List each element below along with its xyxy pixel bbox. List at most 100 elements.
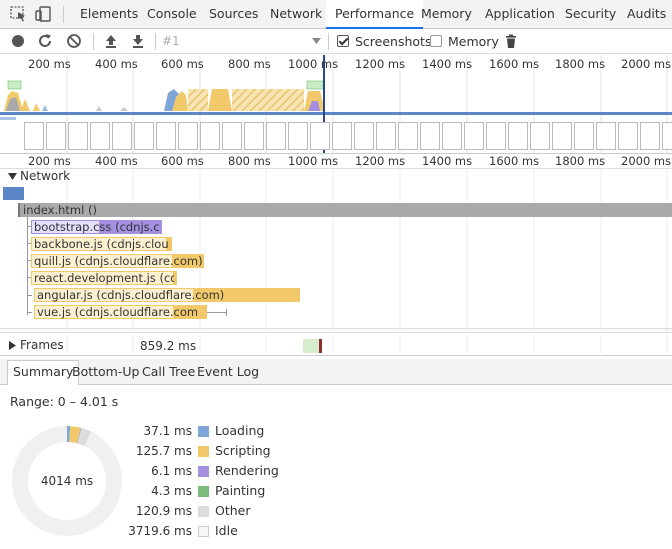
ruler-tick: 1000 ms [288, 154, 339, 168]
tab-summary[interactable]: Summary [7, 360, 80, 385]
tree-connector [27, 312, 32, 313]
screenshot-thumbnail[interactable] [574, 122, 594, 150]
recording-select[interactable]: #1 [160, 32, 325, 51]
tab-security[interactable]: Security [565, 0, 616, 28]
load-profile-icon[interactable] [103, 33, 119, 49]
request-host: (cdnjs.cloudflare.com) [74, 254, 202, 268]
summary-total: 4014 ms [40, 474, 94, 488]
screenshot-thumbnail[interactable] [530, 122, 550, 150]
tab-network[interactable]: Network [270, 0, 322, 28]
document-request-bar[interactable] [3, 187, 24, 200]
tree-connector [27, 295, 32, 296]
clear-icon[interactable] [66, 33, 82, 49]
screenshot-thumbnail[interactable] [354, 122, 374, 150]
screenshot-thumbnail[interactable] [46, 122, 66, 150]
collapse-arrow-icon[interactable] [8, 173, 17, 181]
screenshot-thumbnail[interactable] [266, 122, 286, 150]
screenshot-thumbnail[interactable] [508, 122, 528, 150]
screenshot-thumbnail[interactable] [200, 122, 220, 150]
legend-swatch [198, 466, 209, 477]
ruler-tick: 800 ms [228, 57, 271, 71]
legend-value: 6.1 ms [151, 464, 192, 478]
screenshot-thumbnail[interactable] [618, 122, 638, 150]
legend-swatch [198, 506, 209, 517]
reload-record-icon[interactable] [37, 33, 53, 49]
screenshot-thumbnail[interactable] [420, 122, 440, 150]
tab-call-tree[interactable]: Call Tree [142, 362, 195, 384]
request-host: (cdnjs.cloudfl… [106, 237, 168, 251]
frames-grid [66, 335, 668, 356]
screenshot-thumbnail[interactable] [310, 122, 330, 150]
ruler-tick: 400 ms [95, 57, 138, 71]
ruler-tick: 200 ms [28, 57, 71, 71]
frames-label[interactable]: Frames [20, 338, 64, 352]
memory-checkbox[interactable] [430, 35, 442, 47]
legend-label: Painting [215, 483, 266, 498]
ruler-tick: 1000 ms [288, 57, 339, 71]
ruler-tick: 600 ms [161, 57, 204, 71]
screenshot-thumbnail[interactable] [442, 122, 462, 150]
request-host: (cdnjs.cloudflare.com) [74, 305, 197, 319]
network-track: Network index.html () bootstrap.css (cdn… [0, 169, 672, 329]
device-toolbar-icon[interactable] [35, 6, 53, 22]
summary-legend: 37.1 ms Loading 125.7 ms Scripting 6.1 ms Ren… [120, 423, 320, 542]
pane-splitter[interactable]: ⋮⋮ [0, 328, 672, 334]
screenshot-thumbnail[interactable] [68, 122, 88, 150]
request-whisker [207, 312, 226, 313]
recording-select-value: #1 [162, 34, 180, 48]
screenshots-checkbox[interactable] [337, 35, 349, 47]
tab-memory[interactable]: Memory [421, 0, 472, 28]
request-bar-index[interactable]: index.html () [18, 203, 672, 217]
tab-sources[interactable]: Sources [209, 0, 258, 28]
inspect-element-icon[interactable] [10, 6, 28, 22]
screenshot-thumbnail[interactable] [552, 122, 572, 150]
request-name: bootstrap.css [34, 220, 112, 234]
screenshot-thumbnail[interactable] [332, 122, 352, 150]
frame-duration: 859.2 ms [140, 339, 197, 353]
legend-label: Other [215, 503, 251, 518]
performance-toolbar: #1 Screenshots Memory [0, 29, 672, 54]
save-profile-icon[interactable] [130, 33, 146, 49]
ruler-tick: 1800 ms [555, 57, 606, 71]
request-name: angular.js [37, 288, 93, 302]
divider [93, 33, 94, 50]
tab-audits[interactable]: Audits [627, 0, 666, 28]
tab-application[interactable]: Application [485, 0, 555, 28]
trash-icon[interactable] [503, 33, 519, 49]
screenshot-thumbnail[interactable] [464, 122, 484, 150]
screenshot-thumbnail[interactable] [24, 122, 44, 150]
timeline-overview[interactable]: 200 ms 400 ms 600 ms 800 ms 1000 ms 1200… [0, 55, 672, 153]
request-name: react.development.js [34, 271, 156, 285]
screenshot-thumbnail[interactable] [596, 122, 616, 150]
screenshot-thumbnail[interactable] [90, 122, 110, 150]
request-label-bootstrap: bootstrap.css (cdnjs.clo… [34, 220, 160, 234]
tab-bottom-up[interactable]: Bottom-Up [72, 362, 139, 384]
request-label-angular: angular.js (cdnjs.cloudflare.com) [37, 288, 237, 302]
tab-performance[interactable]: Performance [326, 0, 424, 29]
record-icon[interactable] [10, 33, 26, 49]
screenshot-filmstrip[interactable] [24, 122, 672, 152]
tab-event-log[interactable]: Event Log [197, 362, 259, 384]
screenshot-thumbnail[interactable] [244, 122, 264, 150]
screenshot-thumbnail[interactable] [486, 122, 506, 150]
screenshot-thumbnail[interactable] [640, 122, 660, 150]
legend-value: 37.1 ms [143, 424, 192, 438]
screenshot-thumbnail[interactable] [134, 122, 154, 150]
screenshot-thumbnail[interactable] [398, 122, 418, 150]
ruler-tick: 800 ms [228, 154, 271, 168]
screenshot-thumbnail[interactable] [178, 122, 198, 150]
screenshot-thumbnail[interactable] [156, 122, 176, 150]
screenshot-thumbnail[interactable] [222, 122, 242, 150]
ruler-tick: 2000 ms [621, 57, 672, 71]
screenshot-thumbnail[interactable] [112, 122, 132, 150]
screenshot-thumbnail[interactable] [376, 122, 396, 150]
tab-elements[interactable]: Elements [80, 0, 138, 28]
screenshot-thumbnail[interactable] [662, 122, 672, 150]
expand-arrow-icon[interactable] [9, 341, 17, 350]
ruler-tick: 1600 ms [489, 154, 540, 168]
screenshot-thumbnail[interactable] [288, 122, 308, 150]
tab-console[interactable]: Console [147, 0, 197, 28]
legend-swatch [198, 426, 209, 437]
legend-label: Scripting [215, 443, 271, 458]
network-section-label[interactable]: Network [20, 169, 70, 183]
